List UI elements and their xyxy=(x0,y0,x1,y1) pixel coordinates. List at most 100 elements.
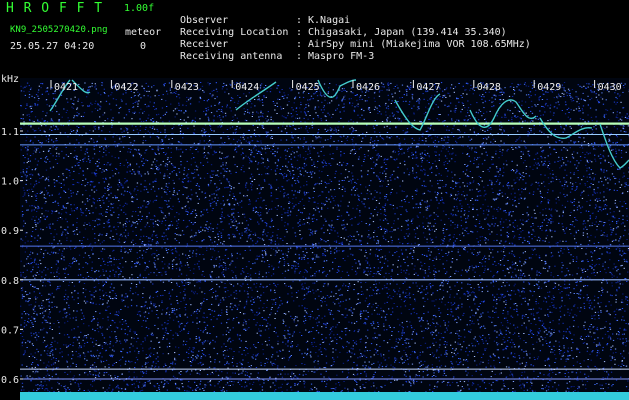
noise-speck xyxy=(168,205,170,207)
noise-speck xyxy=(273,299,275,301)
noise-speck xyxy=(462,136,464,138)
noise-speck xyxy=(262,113,264,115)
noise-speck xyxy=(209,275,212,277)
noise-speck xyxy=(201,350,203,351)
noise-speck xyxy=(196,241,198,242)
noise-speck xyxy=(478,109,480,111)
noise-speck xyxy=(76,339,79,341)
noise-speck xyxy=(45,366,47,368)
noise-speck xyxy=(220,379,222,381)
noise-speck xyxy=(98,135,100,137)
noise-speck xyxy=(179,292,182,294)
noise-speck xyxy=(470,329,472,331)
noise-speck xyxy=(445,253,447,254)
noise-speck xyxy=(438,173,440,175)
noise-speck xyxy=(613,239,615,241)
noise-speck xyxy=(602,234,604,236)
noise-speck xyxy=(288,179,290,181)
noise-speck xyxy=(330,116,333,118)
noise-speck xyxy=(375,255,377,257)
noise-speck xyxy=(379,180,381,182)
noise-speck xyxy=(374,165,376,167)
noise-speck xyxy=(31,95,33,97)
noise-speck xyxy=(145,326,148,328)
noise-speck xyxy=(202,135,204,136)
noise-speck xyxy=(133,376,135,378)
noise-speck xyxy=(509,307,512,309)
noise-speck xyxy=(546,359,548,361)
noise-speck xyxy=(259,390,261,392)
noise-speck xyxy=(519,295,521,297)
noise-speck xyxy=(38,98,40,99)
noise-speck xyxy=(553,296,555,298)
noise-speck xyxy=(41,307,43,309)
noise-speck xyxy=(260,85,262,87)
noise-speck xyxy=(53,276,56,278)
noise-speck xyxy=(554,287,556,288)
noise-speck xyxy=(453,234,455,236)
noise-speck xyxy=(172,194,174,196)
noise-speck xyxy=(385,215,387,217)
noise-speck xyxy=(242,213,244,215)
noise-speck xyxy=(464,294,467,296)
noise-speck xyxy=(124,305,126,307)
noise-speck xyxy=(26,82,29,84)
noise-speck xyxy=(622,342,624,344)
noise-speck xyxy=(299,190,301,192)
noise-speck xyxy=(488,255,490,257)
noise-speck xyxy=(76,222,78,224)
spectrogram-plot: 1.11.00.90.80.70.6 0421 0422 0423 0424 0425 0… xyxy=(1,78,629,400)
noise-speck xyxy=(165,111,168,113)
noise-speck xyxy=(507,322,509,324)
noise-speck xyxy=(332,268,334,270)
noise-speck xyxy=(438,270,440,272)
noise-speck xyxy=(293,331,295,333)
noise-speck xyxy=(274,359,277,361)
noise-speck xyxy=(374,280,377,282)
noise-speck xyxy=(508,214,510,216)
noise-speck xyxy=(123,204,125,206)
noise-speck xyxy=(471,322,473,324)
noise-speck xyxy=(342,106,344,108)
noise-speck xyxy=(519,273,522,275)
noise-speck xyxy=(483,186,485,188)
noise-speck xyxy=(376,242,378,244)
noise-speck xyxy=(487,290,489,292)
noise-speck xyxy=(287,330,289,332)
noise-speck xyxy=(273,143,275,144)
noise-speck xyxy=(112,203,115,205)
noise-speck xyxy=(446,291,449,293)
noise-speck xyxy=(20,375,22,377)
noise-speck xyxy=(460,95,462,96)
noise-speck xyxy=(153,262,155,264)
noise-speck xyxy=(92,130,94,132)
noise-speck xyxy=(194,388,197,390)
noise-speck xyxy=(609,229,612,231)
noise-speck xyxy=(608,301,610,303)
noise-speck xyxy=(262,257,264,259)
noise-speck xyxy=(48,293,50,295)
noise-speck xyxy=(30,173,32,175)
noise-speck xyxy=(270,312,272,314)
noise-speck xyxy=(37,263,39,265)
noise-speck xyxy=(356,105,358,107)
noise-speck xyxy=(457,191,459,192)
noise-speck xyxy=(487,311,489,313)
noise-speck xyxy=(423,168,425,170)
noise-speck xyxy=(294,167,297,169)
noise-speck xyxy=(218,286,221,288)
noise-speck xyxy=(23,121,25,123)
noise-speck xyxy=(138,166,140,168)
noise-speck xyxy=(58,155,60,157)
noise-speck xyxy=(68,313,71,315)
noise-speck xyxy=(559,167,561,169)
noise-speck xyxy=(470,230,472,232)
noise-speck xyxy=(593,342,595,344)
noise-speck xyxy=(444,161,447,162)
noise-speck xyxy=(626,281,628,282)
noise-speck xyxy=(424,272,427,274)
noise-speck xyxy=(229,376,231,378)
noise-speck xyxy=(501,343,503,345)
noise-speck xyxy=(275,173,277,175)
noise-speck xyxy=(409,172,411,174)
